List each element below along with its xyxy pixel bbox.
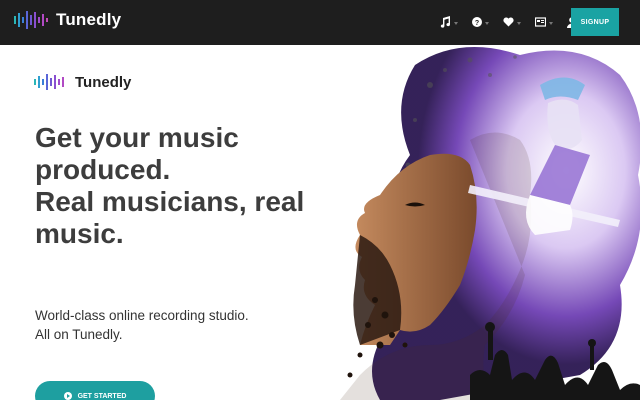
heart-icon xyxy=(503,17,514,27)
equalizer-logo-icon xyxy=(14,11,48,29)
get-started-label: GET STARTED xyxy=(77,392,127,400)
equalizer-logo-icon xyxy=(34,74,64,90)
singer-illustration xyxy=(320,45,640,400)
hero-subtext: World-class online recording studio. All… xyxy=(35,306,249,344)
nav-music-menu[interactable] xyxy=(440,16,458,28)
nav-brand-name: Tunedly xyxy=(56,10,122,29)
play-circle-icon xyxy=(63,392,72,400)
music-note-icon xyxy=(440,16,451,28)
nav-favorites-menu[interactable] xyxy=(503,17,521,27)
nav-orders-menu[interactable] xyxy=(535,17,553,27)
help-icon: ? xyxy=(472,17,482,27)
nav-logo[interactable]: Tunedly xyxy=(14,9,121,31)
top-navbar: Tunedly ? SIGNUP xyxy=(0,0,640,45)
chevron-down-icon xyxy=(485,21,489,25)
headline-line: music. xyxy=(35,218,124,249)
svg-text:?: ? xyxy=(475,20,479,27)
hero-logo: Tunedly xyxy=(34,73,131,91)
hero-image xyxy=(320,45,640,400)
subtext-line: World-class online recording studio. xyxy=(35,308,249,323)
headline-line: Real musicians, real xyxy=(35,186,305,217)
cart-icon xyxy=(535,17,546,27)
get-started-button[interactable]: GET STARTED xyxy=(35,381,155,400)
chevron-down-icon xyxy=(549,21,553,25)
hero-brand-name: Tunedly xyxy=(75,73,132,91)
hero-headline: Get your music produced. Real musicians,… xyxy=(35,122,355,250)
chevron-down-icon xyxy=(517,21,521,25)
chevron-down-icon xyxy=(454,21,458,25)
subtext-line: All on Tunedly. xyxy=(35,327,123,342)
headline-line: produced. xyxy=(35,154,171,185)
signup-button[interactable]: SIGNUP xyxy=(571,8,619,36)
headline-line: Get your music xyxy=(35,122,239,153)
nav-help-menu[interactable]: ? xyxy=(472,17,489,27)
